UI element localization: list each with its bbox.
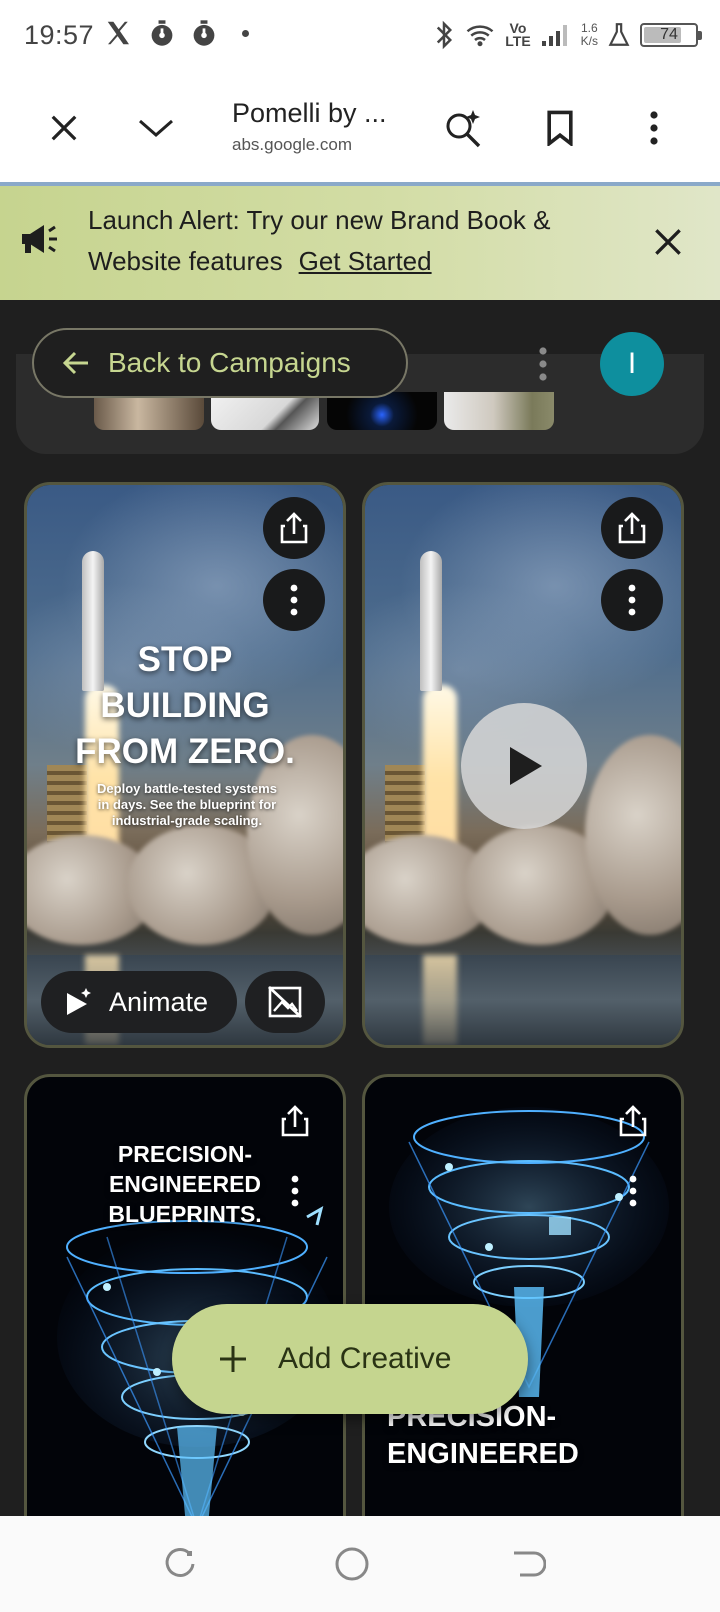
card-menu-button[interactable] [601,569,663,631]
timer-icon [151,20,173,46]
back-button[interactable] [506,1542,550,1586]
strip-thumbnail[interactable] [444,392,554,430]
app-content: Back to Campaigns I STOP BUILDING FROM Z… [0,300,720,1516]
share-icon [281,1105,309,1137]
creative-card[interactable]: PRECISION-ENGINEERED BLUEPRINTS. [24,1074,346,1516]
network-speed: 1.6 K/s [581,22,598,48]
get-started-link[interactable]: Get Started [299,246,432,276]
hide-image-button[interactable] [245,971,325,1033]
back-arrow-icon [514,1551,546,1577]
share-button[interactable] [607,1095,659,1147]
card-menu-button[interactable] [607,1165,659,1217]
close-icon [655,229,681,255]
banner-close-button[interactable] [646,220,690,264]
arrow-left-icon [62,351,88,375]
close-tab-button[interactable] [36,100,92,156]
share-button[interactable] [269,1095,321,1147]
volte-bottom: LTE [505,33,531,49]
more-options-button[interactable] [626,100,682,156]
wifi-icon [466,25,494,47]
page-url: abs.google.com [232,135,353,154]
play-button[interactable] [461,703,587,829]
close-icon [51,115,77,141]
share-button[interactable] [263,497,325,559]
timer-icon-2 [193,20,215,46]
share-icon [618,512,646,544]
more-vert-icon [629,1175,637,1207]
recent-apps-icon [165,1548,195,1577]
image-off-icon [268,985,302,1019]
volte-label: Vo LTE [505,21,531,49]
bluetooth-icon [437,20,453,50]
page-title-block[interactable]: Pomelli by ... abs.google.com [232,98,422,155]
home-circle-icon [335,1547,369,1581]
plus-icon [220,1346,246,1372]
card-menu-button[interactable] [269,1165,321,1217]
creative-card-video[interactable] [362,482,684,1048]
status-time: 19:57 [24,20,95,50]
x-logo-icon [107,21,129,45]
more-vert-icon [628,584,636,616]
signal-icon [541,25,567,46]
battery-level: 74 [660,26,678,43]
battery-indicator: 74 [640,23,702,47]
page-title: Pomelli by ... [232,98,387,128]
share-button[interactable] [601,497,663,559]
plume-reflection [423,955,457,1045]
animate-label: Animate [109,986,209,1017]
creative-card[interactable]: PRECISION-ENGINEERED [362,1074,684,1516]
status-system-icons: Vo LTE 1.6 K/s 74 [433,20,702,50]
launch-alert-banner: Launch Alert: Try our new Brand Book & W… [0,186,720,300]
add-creative-label: Add Creative [278,1342,452,1375]
creative-subtext: Deploy battle-tested systems in days. Se… [97,781,277,828]
back-to-campaigns-button[interactable]: Back to Campaigns [32,328,408,398]
water-reflection [365,955,681,1045]
browser-toolbar: Pomelli by ... abs.google.com [0,72,720,182]
banner-message: Launch Alert: Try our new Brand Book & W… [88,200,648,282]
more-vert-icon [290,584,298,616]
more-vert-icon [650,111,658,145]
back-to-campaigns-label: Back to Campaigns [108,347,351,378]
search-sparkle-button[interactable] [436,100,492,156]
minimize-button[interactable] [128,100,184,156]
status-bar: 19:57 Vo LTE 1.6 K/s 74 [0,0,720,72]
play-icon [510,747,542,785]
animate-sparkle-icon [67,988,91,1015]
network-speed-unit: K/s [580,34,598,48]
share-icon [619,1105,647,1137]
animate-button[interactable]: Animate [41,971,237,1033]
chevron-down-icon [139,119,173,137]
dot-icon [242,29,249,37]
rocket [420,551,442,691]
bookmark-icon [547,110,573,146]
card-menu-button[interactable] [263,569,325,631]
home-button[interactable] [330,1542,374,1586]
campaign-menu-button[interactable] [528,336,558,392]
megaphone-icon [18,222,60,261]
add-creative-button[interactable]: Add Creative [172,1304,528,1414]
creative-headline: STOP BUILDING FROM ZERO. [75,640,295,771]
more-vert-icon [291,1175,299,1207]
more-vert-icon [539,347,547,381]
bookmark-button[interactable] [532,100,588,156]
creative-card[interactable]: STOP BUILDING FROM ZERO. Deploy battle-t… [24,482,346,1048]
search-sparkle-icon [446,110,481,148]
avatar[interactable]: I [600,332,664,396]
system-navigation-bar [0,1516,720,1612]
recent-apps-button[interactable] [158,1542,202,1586]
flask-icon [608,23,630,46]
status-notification-icons [104,18,249,48]
share-icon [280,512,308,544]
